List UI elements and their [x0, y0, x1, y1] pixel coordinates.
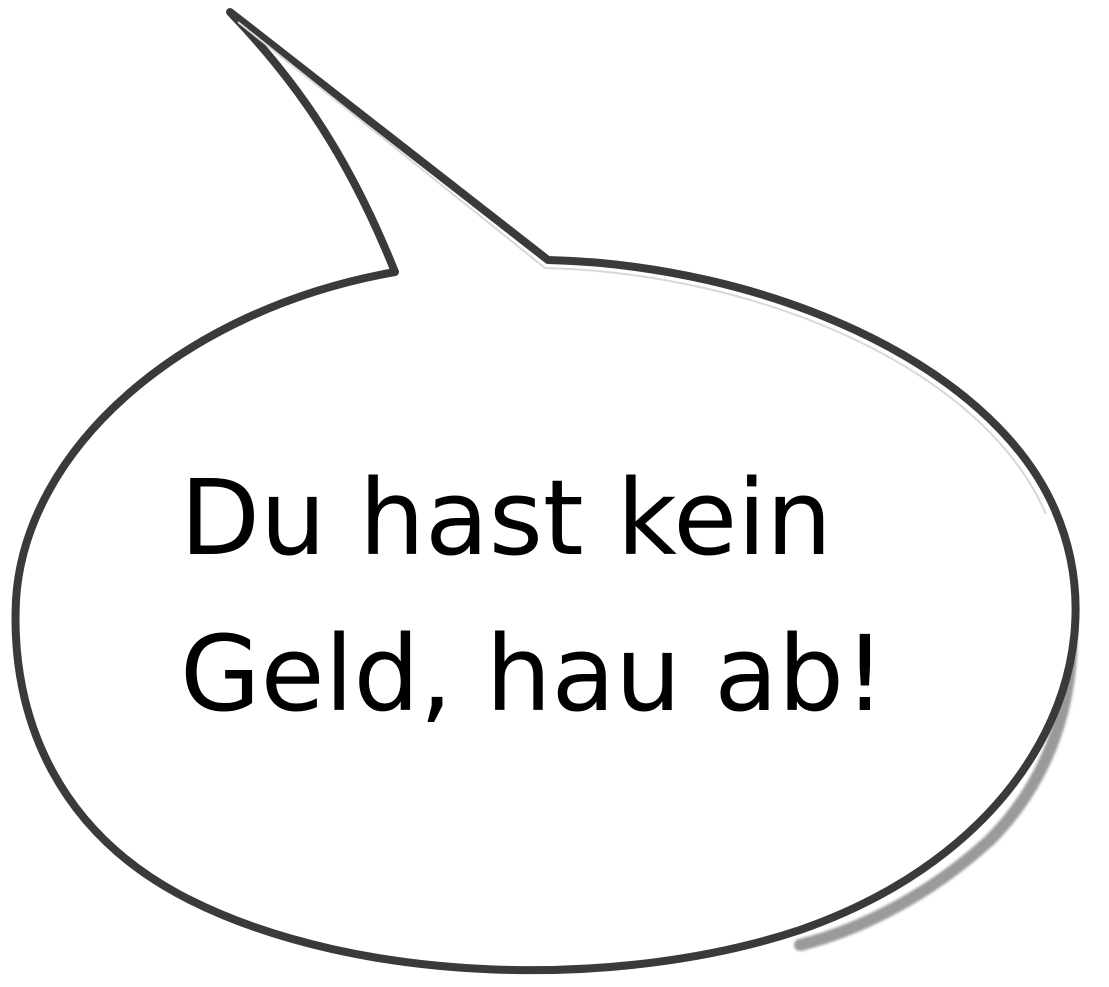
speech-line-2: Geld, hau ab!	[180, 613, 886, 735]
speech-bubble-text: Du hast kein Geld, hau ab!	[180, 440, 940, 752]
speech-line-1: Du hast kein	[180, 457, 833, 579]
